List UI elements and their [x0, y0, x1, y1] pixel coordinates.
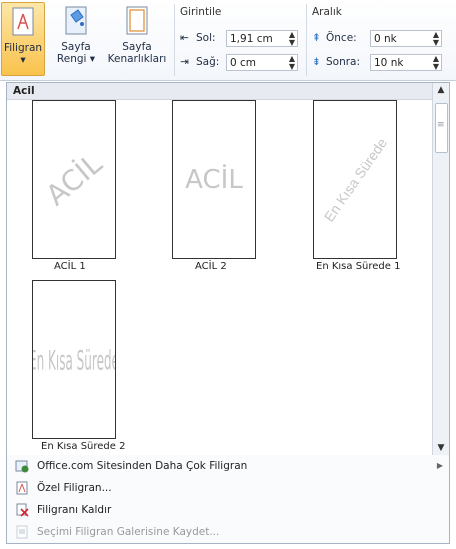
spacing-before-icon: ⇞ [312, 32, 321, 44]
page-color-label: Sayfa [61, 41, 91, 53]
page-borders-button[interactable]: Sayfa Kenarlıkları [104, 2, 170, 74]
watermark-preview-page: En Kısa Sürede [313, 100, 397, 259]
page-borders-sublabel: Kenarlıkları [107, 53, 167, 65]
menu-item-custom-watermark[interactable]: Özel Filigran... [7, 477, 449, 499]
ribbon: Filigran ▾ Sayfa Rengi ▾ Sayfa Kenarlıkl… [0, 0, 456, 81]
watermark-button[interactable]: Filigran ▾ [1, 2, 45, 76]
gallery-category-header: Acil [7, 83, 449, 100]
custom-watermark-icon [16, 481, 28, 495]
menu-item-more-watermarks-office[interactable]: Office.com Sitesinden Daha Çok Filigran … [7, 455, 449, 477]
menu-item-label: Filigranı Kaldır [37, 504, 112, 516]
indent-right-icon: ⇥ [180, 56, 189, 68]
ribbon-divider [174, 4, 175, 76]
page-color-icon [65, 6, 87, 35]
submenu-arrow-icon: ▶ [436, 461, 443, 470]
watermark-gallery: Acil ACİL ACİL 1 ACİL ACİL 2 En Kısa Sür… [6, 82, 450, 456]
spacing-after-value: 10 nk [374, 57, 404, 69]
indent-left-value: 1,91 cm [230, 33, 273, 45]
spacing-after-label: Sonra: [326, 56, 361, 68]
indent-group-title: Girintile [180, 6, 222, 18]
gallery-scrollbar[interactable]: ▲ ▼ [432, 83, 449, 455]
menu-item-label: Office.com Sitesinden Daha Çok Filigran [37, 460, 248, 472]
ribbon-divider [306, 4, 307, 76]
menu-item-label: Seçimi Filigran Galerisine Kaydet... [37, 526, 220, 538]
menu-item-save-selection-to-gallery: Seçimi Filigran Galerisine Kaydet... [7, 521, 449, 543]
spacing-before-value: 0 nk [374, 33, 397, 45]
gallery-item-caption: ACİL 1 [54, 261, 86, 272]
watermark-label: Filigran [3, 42, 43, 54]
page-color-sublabel: Rengi ▾ [56, 53, 96, 65]
page-color-button[interactable]: Sayfa Rengi ▾ [56, 2, 96, 74]
indent-left-label: Sol: [196, 32, 216, 44]
menu-item-label: Özel Filigran... [37, 482, 112, 494]
watermark-menu: Office.com Sitesinden Daha Çok Filigran … [6, 455, 450, 544]
spinner-arrows-icon[interactable]: ▲ ▼ [433, 55, 439, 71]
watermark-dropdown-arrow: ▾ [20, 54, 26, 66]
spinner-arrows-icon[interactable]: ▲ ▼ [433, 31, 439, 47]
watermark-preview-page: ACİL [32, 100, 116, 259]
gallery-item-caption: En Kısa Sürede 2 [41, 441, 126, 452]
spacing-group-title: Aralık [312, 6, 342, 18]
spacing-before-label: Önce: [326, 32, 357, 44]
watermark-icon [12, 7, 34, 36]
scrollbar-thumb[interactable] [435, 103, 448, 153]
watermark-text-horizontal: ACİL [185, 164, 243, 195]
indent-right-input[interactable]: 0 cm ▲ ▼ [226, 54, 298, 71]
gallery-item-caption: En Kısa Sürede 1 [316, 261, 401, 272]
watermark-preview-page: ACİL [172, 100, 256, 259]
scroll-up-icon[interactable]: ▲ [433, 83, 449, 97]
spacing-after-input[interactable]: 10 nk ▲ ▼ [370, 54, 442, 71]
spacing-after-icon: ⇟ [312, 56, 321, 68]
indent-right-label: Sağ: [196, 56, 220, 68]
watermark-text-horizontal: En Kısa Sürede [32, 344, 116, 375]
watermark-text-diagonal: En Kısa Sürede [320, 134, 390, 225]
spinner-arrows-icon[interactable]: ▲ ▼ [289, 31, 295, 47]
page-borders-icon [126, 6, 148, 35]
watermark-preview-page: En Kısa Sürede [32, 280, 116, 439]
menu-item-remove-watermark[interactable]: Filigranı Kaldır [7, 499, 449, 521]
spacing-before-input[interactable]: 0 nk ▲ ▼ [370, 30, 442, 47]
page-borders-label: Sayfa [122, 41, 152, 53]
office-online-icon [15, 460, 29, 473]
watermark-text-diagonal: ACİL [39, 146, 109, 213]
gallery-item-caption: ACİL 2 [195, 261, 227, 272]
scroll-down-icon[interactable]: ▼ [433, 441, 449, 455]
indent-left-icon: ⇤ [180, 32, 189, 44]
spinner-arrows-icon[interactable]: ▲ ▼ [289, 55, 295, 71]
indent-right-value: 0 cm [230, 57, 257, 69]
indent-left-input[interactable]: 1,91 cm ▲ ▼ [226, 30, 298, 47]
save-to-gallery-icon [16, 525, 28, 539]
remove-watermark-icon [16, 503, 29, 517]
